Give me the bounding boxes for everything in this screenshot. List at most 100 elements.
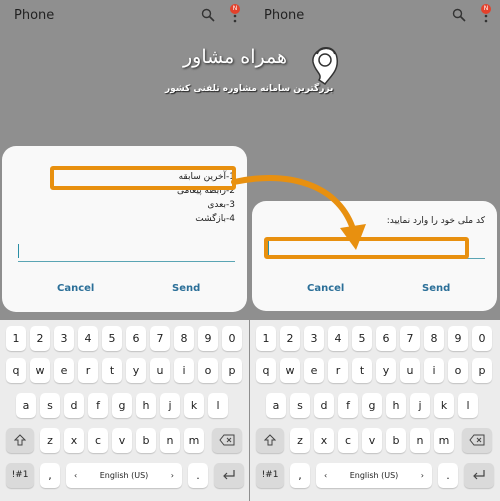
key[interactable]: l	[458, 393, 478, 418]
keyboard-top-row: q w e r t y u i o p	[0, 358, 249, 388]
key[interactable]: 6	[376, 326, 396, 351]
key[interactable]: m	[184, 428, 204, 453]
key[interactable]: t	[352, 358, 372, 383]
top-bar: Phone N	[250, 0, 500, 32]
watermark-title: همراه مشاور	[183, 46, 288, 68]
cancel-button[interactable]: Cancel	[57, 283, 94, 294]
backspace-key[interactable]	[462, 428, 492, 453]
key[interactable]: i	[174, 358, 194, 383]
key[interactable]: 4	[78, 326, 98, 351]
top-bar: Phone N	[0, 0, 249, 32]
key[interactable]: 1	[256, 326, 276, 351]
key[interactable]: o	[198, 358, 218, 383]
key[interactable]: f	[88, 393, 108, 418]
key[interactable]: w	[30, 358, 50, 383]
search-icon[interactable]	[452, 8, 466, 22]
cancel-button[interactable]: Cancel	[307, 283, 344, 294]
key[interactable]: k	[184, 393, 204, 418]
enter-key[interactable]	[464, 463, 494, 488]
key[interactable]: m	[434, 428, 454, 453]
key[interactable]: j	[410, 393, 430, 418]
key[interactable]: p	[472, 358, 492, 383]
key[interactable]: z	[40, 428, 60, 453]
key[interactable]: 1	[6, 326, 26, 351]
key[interactable]: q	[6, 358, 26, 383]
key[interactable]: h	[136, 393, 156, 418]
key[interactable]: i	[424, 358, 444, 383]
key[interactable]: 6	[126, 326, 146, 351]
enter-key[interactable]	[214, 463, 244, 488]
key[interactable]: k	[434, 393, 454, 418]
search-icon[interactable]	[201, 8, 215, 22]
key[interactable]: r	[328, 358, 348, 383]
comma-key[interactable]: ,	[40, 463, 60, 488]
comma-key[interactable]: ,	[290, 463, 310, 488]
key[interactable]: r	[78, 358, 98, 383]
key[interactable]: d	[314, 393, 334, 418]
key[interactable]: v	[112, 428, 132, 453]
key[interactable]: s	[40, 393, 60, 418]
key[interactable]: o	[448, 358, 468, 383]
key[interactable]: 5	[102, 326, 122, 351]
key[interactable]: l	[208, 393, 228, 418]
key[interactable]: c	[338, 428, 358, 453]
key[interactable]: s	[290, 393, 310, 418]
key[interactable]: j	[160, 393, 180, 418]
key[interactable]: q	[256, 358, 276, 383]
key[interactable]: 8	[424, 326, 444, 351]
space-key[interactable]: ‹ English (US) ›	[66, 463, 182, 488]
symbols-key[interactable]: !#1	[256, 463, 284, 488]
key[interactable]: e	[304, 358, 324, 383]
key[interactable]: 3	[304, 326, 324, 351]
key[interactable]: v	[362, 428, 382, 453]
key[interactable]: g	[112, 393, 132, 418]
key[interactable]: x	[314, 428, 334, 453]
key[interactable]: 2	[30, 326, 50, 351]
key[interactable]: 2	[280, 326, 300, 351]
key[interactable]: u	[400, 358, 420, 383]
key[interactable]: 8	[174, 326, 194, 351]
key[interactable]: n	[160, 428, 180, 453]
key[interactable]: 9	[198, 326, 218, 351]
enter-arrow-icon	[223, 470, 235, 480]
send-button[interactable]: Send	[172, 283, 200, 294]
key[interactable]: 7	[150, 326, 170, 351]
key[interactable]: f	[338, 393, 358, 418]
space-left-arrow-icon: ‹	[74, 471, 78, 480]
key[interactable]: d	[64, 393, 84, 418]
key[interactable]: h	[386, 393, 406, 418]
key[interactable]: n	[410, 428, 430, 453]
key[interactable]: a	[16, 393, 36, 418]
send-button[interactable]: Send	[422, 283, 450, 294]
space-key[interactable]: ‹ English (US) ›	[316, 463, 432, 488]
key[interactable]: e	[54, 358, 74, 383]
text-caret	[18, 244, 19, 258]
key[interactable]: b	[136, 428, 156, 453]
key[interactable]: t	[102, 358, 122, 383]
key[interactable]: w	[280, 358, 300, 383]
key[interactable]: y	[126, 358, 146, 383]
key[interactable]: 0	[222, 326, 242, 351]
period-key[interactable]: .	[188, 463, 208, 488]
key[interactable]: u	[150, 358, 170, 383]
key[interactable]: z	[290, 428, 310, 453]
key[interactable]: b	[386, 428, 406, 453]
key[interactable]: g	[362, 393, 382, 418]
shift-key[interactable]	[256, 428, 284, 453]
key[interactable]: 4	[328, 326, 348, 351]
backspace-key[interactable]	[212, 428, 242, 453]
key[interactable]: 9	[448, 326, 468, 351]
key[interactable]: 5	[352, 326, 372, 351]
ussd-reply-input[interactable]	[18, 242, 235, 262]
key[interactable]: 0	[472, 326, 492, 351]
symbols-key[interactable]: !#1	[6, 463, 34, 488]
key[interactable]: y	[376, 358, 396, 383]
key[interactable]: p	[222, 358, 242, 383]
key[interactable]: a	[266, 393, 286, 418]
shift-key[interactable]	[6, 428, 34, 453]
key[interactable]: 7	[400, 326, 420, 351]
period-key[interactable]: .	[438, 463, 458, 488]
key[interactable]: c	[88, 428, 108, 453]
key[interactable]: 3	[54, 326, 74, 351]
key[interactable]: x	[64, 428, 84, 453]
